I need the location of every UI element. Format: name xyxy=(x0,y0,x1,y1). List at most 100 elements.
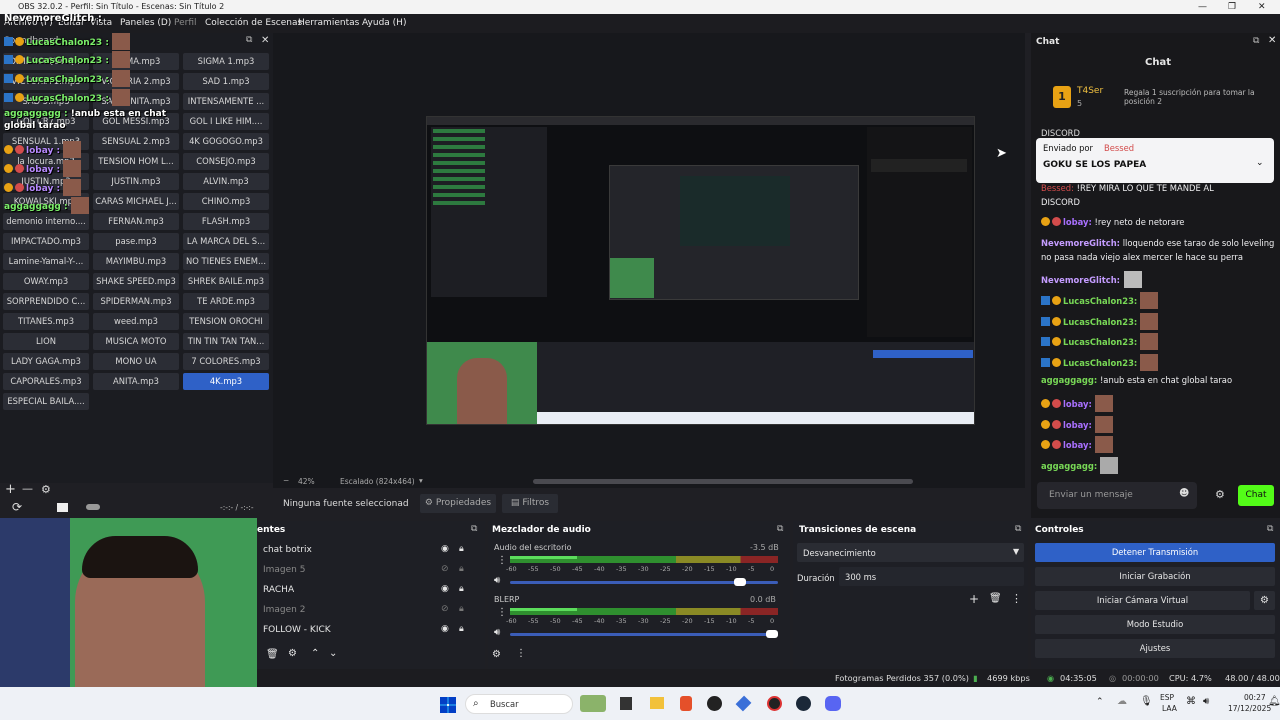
menu-ayuda[interactable]: Ayuda (H) xyxy=(362,14,406,33)
steam-icon[interactable] xyxy=(796,696,811,711)
transition-select[interactable]: Desvanecimiento ▼ xyxy=(797,543,1024,562)
cloud-icon[interactable]: ☁ xyxy=(1117,696,1127,707)
xbox-icon[interactable] xyxy=(707,696,722,711)
sound-button[interactable]: demonio interno.... xyxy=(3,213,89,230)
speaker-icon[interactable]: 🔊︎ xyxy=(494,627,500,638)
move-up-icon[interactable]: ⌃ xyxy=(311,648,319,659)
sound-button[interactable]: OWAY.mp3 xyxy=(3,273,89,290)
zoom-out-icon[interactable]: − xyxy=(283,476,289,485)
minimize-button[interactable]: — xyxy=(1198,0,1207,14)
chevron-up-icon[interactable]: ⌃ xyxy=(1096,697,1104,707)
eye-icon[interactable]: ◉ xyxy=(441,624,449,634)
pinned-message-card[interactable]: Enviado por Bessed GOKU SE LOS PAPEA ⌄ xyxy=(1036,138,1274,183)
sound-button[interactable]: SHREK BAILE.mp3 xyxy=(183,273,269,290)
lock-icon[interactable]: 🔒︎ xyxy=(459,584,464,594)
sound-button[interactable]: pase.mp3 xyxy=(93,233,179,250)
eye-icon[interactable]: ◉ xyxy=(441,544,449,554)
sound-button[interactable]: MUSICA MOTO xyxy=(93,333,179,350)
float-dock-icon[interactable]: ⧉ xyxy=(471,524,477,534)
widgets-icon[interactable] xyxy=(580,695,606,712)
sound-button[interactable]: 4K GOGOGO.mp3 xyxy=(183,133,269,150)
language-code[interactable]: ESP xyxy=(1160,693,1174,702)
emoji-icon[interactable]: ☻ xyxy=(1179,488,1189,499)
clock-date[interactable]: 17/12/2025 xyxy=(1228,704,1271,713)
task-view-icon[interactable] xyxy=(620,697,632,710)
sound-button[interactable]: IMPACTADO.mp3 xyxy=(3,233,89,250)
sound-button[interactable]: ANITA.mp3 xyxy=(93,373,179,390)
notification-icon[interactable]: 🔔︎ xyxy=(1268,696,1280,707)
duration-input[interactable]: 300 ms xyxy=(839,567,1024,586)
properties-button[interactable]: ⚙ Propiedades xyxy=(420,494,496,513)
sound-button[interactable]: LION xyxy=(3,333,89,350)
app-icon[interactable] xyxy=(735,695,752,712)
horizontal-scrollbar[interactable] xyxy=(533,479,913,484)
float-dock-icon[interactable]: ⧉ xyxy=(1267,524,1273,534)
sound-button[interactable]: INTENSAMENTE ... xyxy=(183,93,269,110)
chat-input[interactable]: Enviar un mensaje ☻ xyxy=(1037,482,1197,509)
sound-button[interactable]: LADY GAGA.mp3 xyxy=(3,353,89,370)
sound-button[interactable]: GOL I LIKE HIM.... xyxy=(183,113,269,130)
stop-square-icon[interactable] xyxy=(57,503,68,512)
settings-icon[interactable]: ⚙ xyxy=(1215,488,1225,501)
windows-start-icon[interactable] xyxy=(440,697,456,713)
add-icon[interactable]: + xyxy=(5,482,16,497)
chevron-down-icon[interactable]: ⌄ xyxy=(1256,158,1264,168)
discord-icon[interactable] xyxy=(825,696,841,711)
eye-hidden-icon[interactable]: ⊘ xyxy=(441,604,449,614)
microphone-icon[interactable]: 🎙︎ xyxy=(1140,696,1153,707)
clock-time[interactable]: 00:27 xyxy=(1244,693,1266,702)
sound-button[interactable]: TE ARDE.mp3 xyxy=(183,293,269,310)
sound-button[interactable]: MONO UA xyxy=(93,353,179,370)
settings-button[interactable]: Ajustes xyxy=(1035,639,1275,658)
lock-icon[interactable]: 🔒︎ xyxy=(459,604,464,614)
start-recording-button[interactable]: Iniciar Grabación xyxy=(1035,567,1275,586)
refresh-icon[interactable]: ⟳ xyxy=(12,500,22,514)
gear-icon[interactable]: ⚙ xyxy=(41,483,51,496)
sound-button[interactable]: ALVIN.mp3 xyxy=(183,173,269,190)
eye-icon[interactable]: ◉ xyxy=(441,584,449,594)
sound-button[interactable]: NO TIENES ENEM... xyxy=(183,253,269,270)
sound-button[interactable]: CAPORALES.mp3 xyxy=(3,373,89,390)
trash-icon[interactable]: 🗑︎ xyxy=(989,593,1002,604)
keyboard-layout[interactable]: LAA xyxy=(1162,704,1177,713)
trash-icon[interactable]: 🗑︎ xyxy=(266,649,279,660)
float-dock-icon[interactable]: ⧉ xyxy=(1253,36,1259,46)
source-item[interactable]: Imagen 5 ⊘ 🔒︎ xyxy=(257,561,485,581)
sound-button[interactable]: FERNAN.mp3 xyxy=(93,213,179,230)
menu-coleccion[interactable]: Colección de Escenas xyxy=(205,14,302,33)
lock-icon[interactable]: 🔒︎ xyxy=(459,624,464,634)
network-icon[interactable]: ⌘ xyxy=(1186,696,1196,707)
volume-slider[interactable] xyxy=(510,633,778,636)
sound-button[interactable]: SHAKE SPEED.mp3 xyxy=(93,273,179,290)
float-dock-icon[interactable]: ⧉ xyxy=(777,524,783,534)
obs-icon[interactable] xyxy=(767,696,782,711)
brave-icon[interactable] xyxy=(680,696,692,711)
remove-icon[interactable]: — xyxy=(22,482,33,495)
sound-button[interactable]: Lamine-Yamal-Y-... xyxy=(3,253,89,270)
sound-button[interactable]: SORPRENDIDO C... xyxy=(3,293,89,310)
volume-slider-handle[interactable] xyxy=(766,630,778,638)
sound-button[interactable]: 4K.mp3 xyxy=(183,373,269,390)
sound-button[interactable]: SIGMA 1.mp3 xyxy=(183,53,269,70)
stream-preview[interactable] xyxy=(426,116,975,425)
lock-icon[interactable]: 🔒︎ xyxy=(459,544,464,554)
close-dock-icon[interactable]: ✕ xyxy=(1268,35,1276,46)
sound-button[interactable]: TITANES.mp3 xyxy=(3,313,89,330)
filters-button[interactable]: ▤ Filtros xyxy=(502,494,558,513)
menu-paneles[interactable]: Paneles (D) xyxy=(120,14,171,33)
sound-button[interactable]: SPIDERMAN.mp3 xyxy=(93,293,179,310)
gear-icon[interactable]: ⚙ xyxy=(288,648,297,659)
move-down-icon[interactable]: ⌄ xyxy=(329,648,337,659)
stop-streaming-button[interactable]: Detener Transmisión xyxy=(1035,543,1275,562)
sound-button[interactable]: SAD 1.mp3 xyxy=(183,73,269,90)
close-dock-icon[interactable]: ✕ xyxy=(261,35,269,46)
taskbar-search[interactable]: ⌕ Buscar xyxy=(465,694,573,714)
sound-button[interactable]: CHINO.mp3 xyxy=(183,193,269,210)
sound-button[interactable]: 7 COLORES.mp3 xyxy=(183,353,269,370)
gear-icon[interactable]: ⚙ xyxy=(492,649,501,660)
float-dock-icon[interactable]: ⧉ xyxy=(246,35,252,45)
lock-icon[interactable]: 🔒︎ xyxy=(459,564,464,574)
source-item[interactable]: chat botrix ◉ 🔒︎ xyxy=(257,541,485,561)
sound-button[interactable]: MAYIMBU.mp3 xyxy=(93,253,179,270)
chevron-down-icon[interactable]: ▾ xyxy=(419,476,423,485)
